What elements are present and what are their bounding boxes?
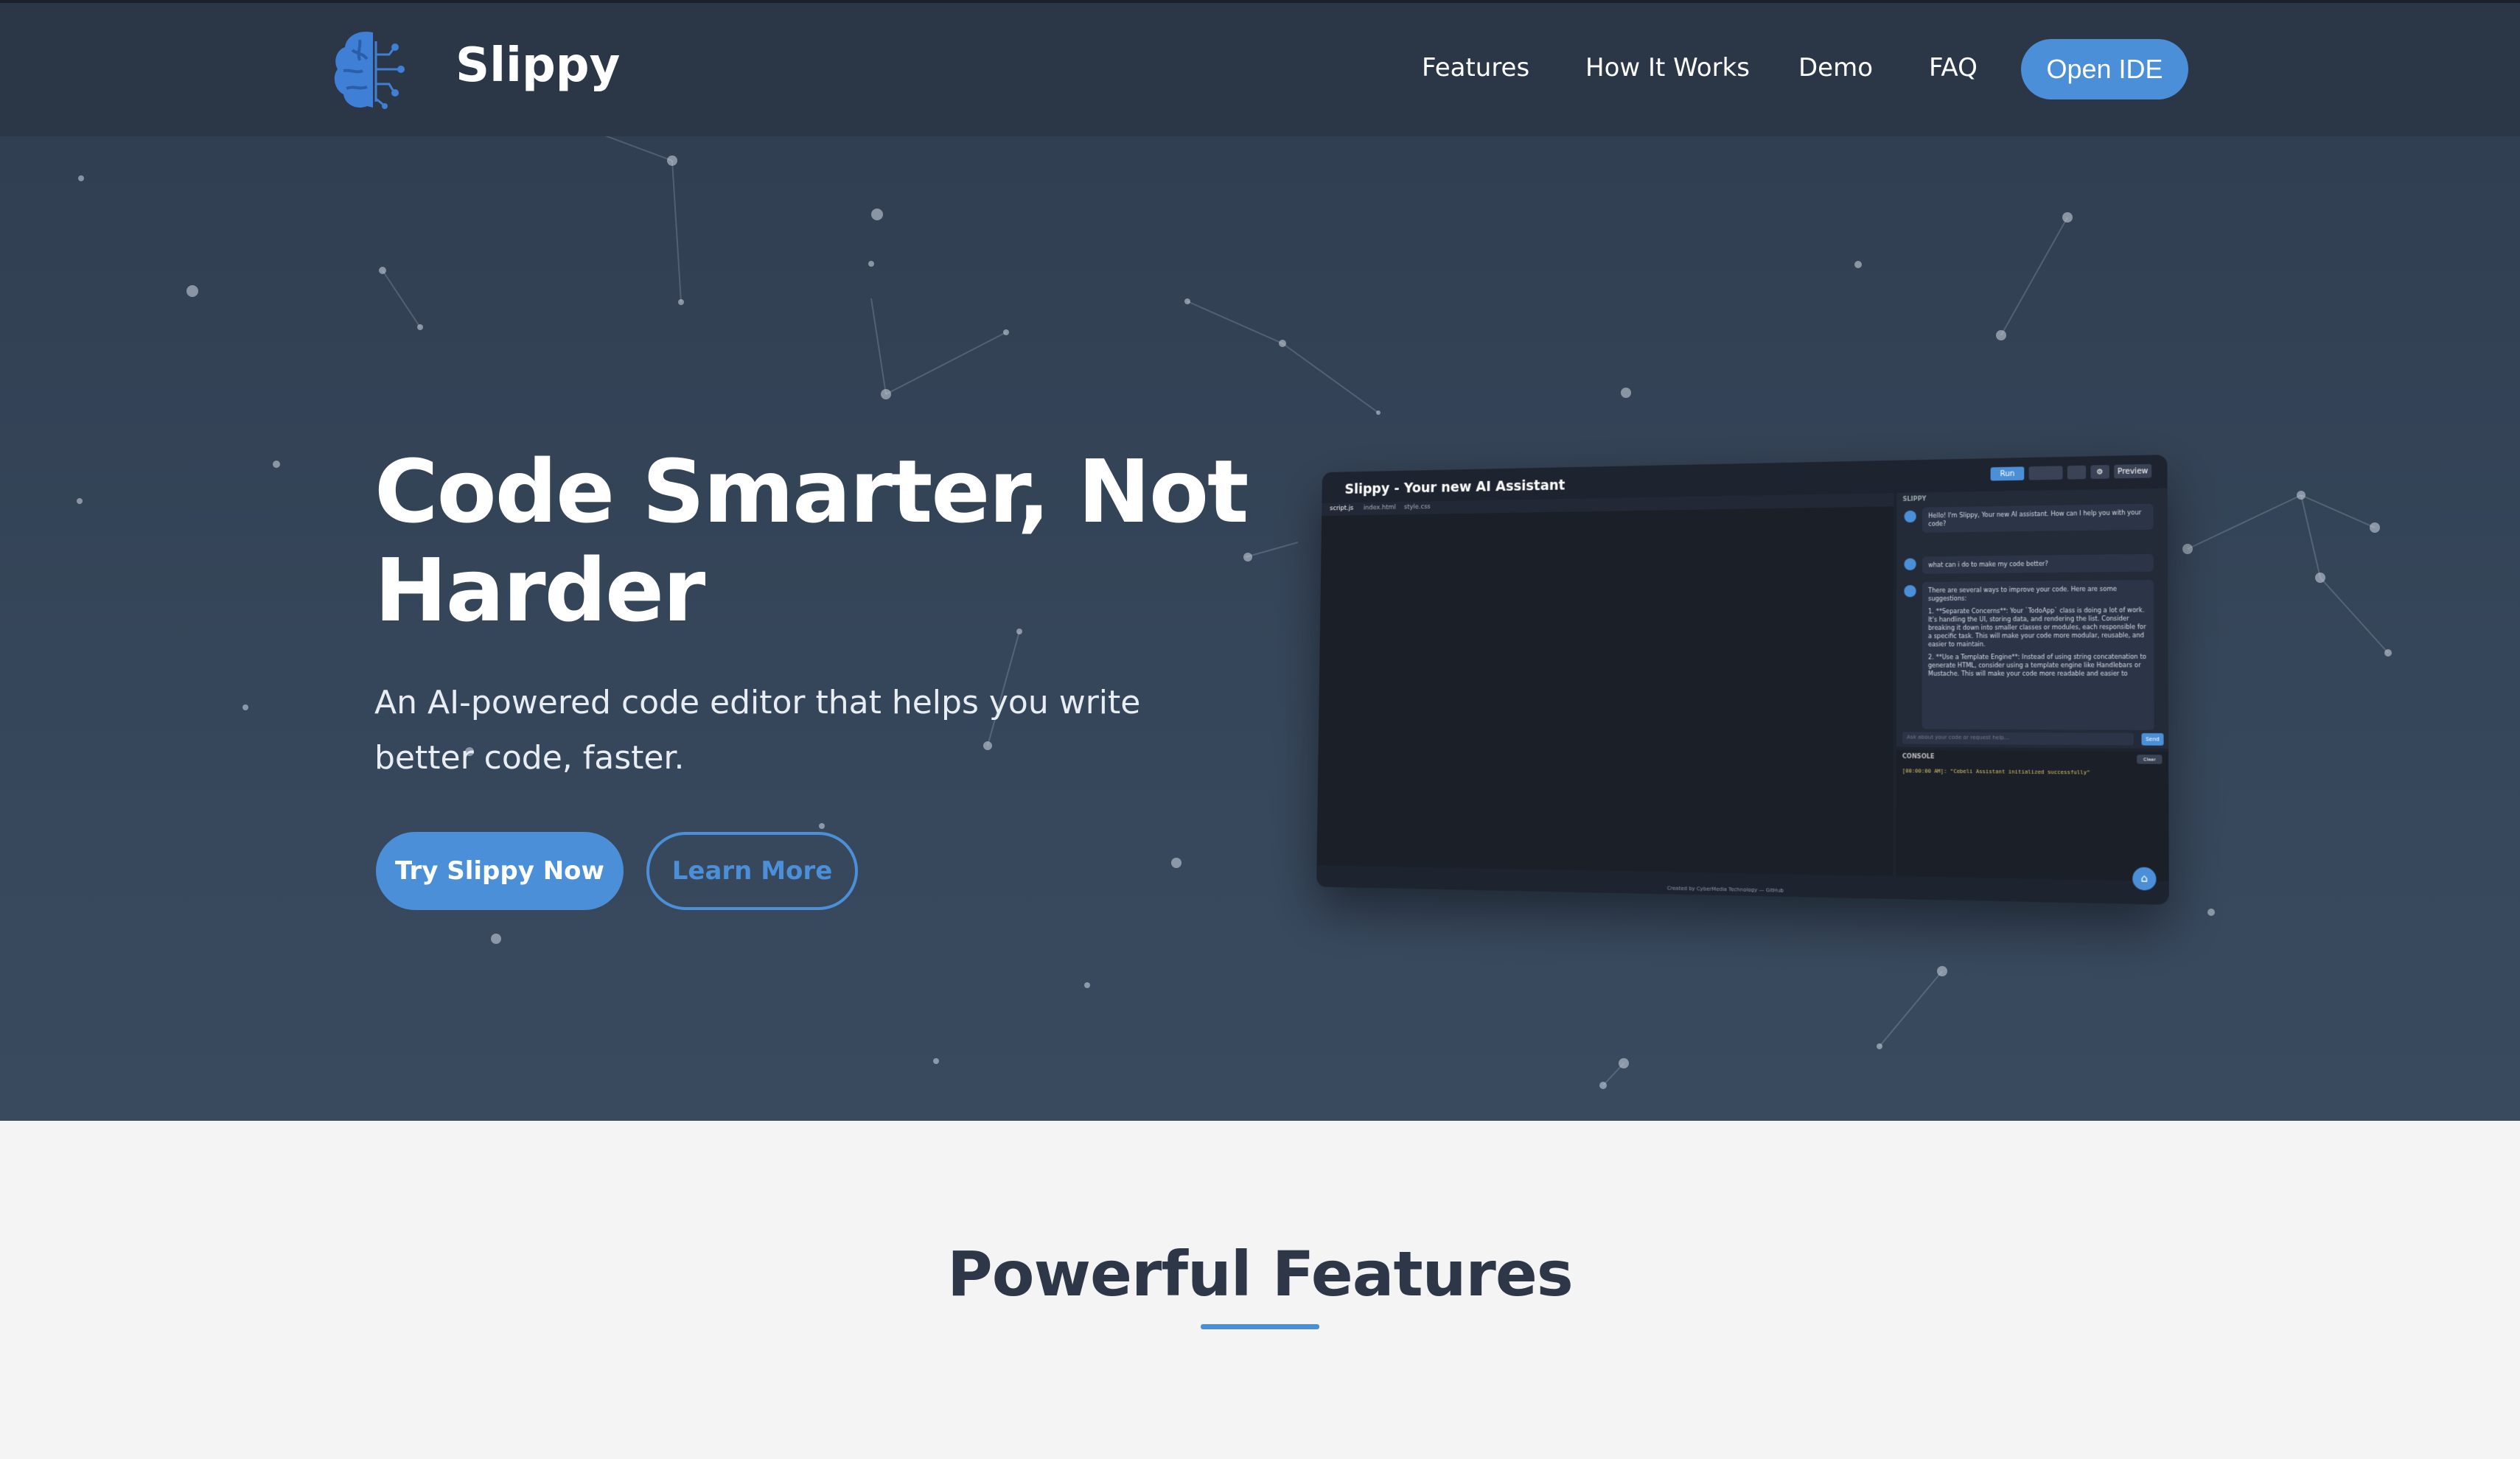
brand-name[interactable]: Slippy — [456, 38, 620, 93]
run-button: Run — [1990, 466, 2025, 481]
gear-icon: ⚙ — [2090, 464, 2109, 479]
ide-window-title: Slippy - Your new AI Assistant — [1344, 477, 1566, 497]
ai-assistant-panel: SLIPPY Hello! I'm Slippy, Your new AI as… — [1896, 488, 2169, 749]
tab-style: style.css — [1403, 503, 1431, 511]
learn-more-button[interactable]: Learn More — [646, 832, 858, 910]
hero-title: Code Smarter, Not Harder — [374, 441, 1249, 641]
chat-message: what can i do to make my code better? — [1922, 553, 2154, 574]
chat-message: Hello! I'm Slippy, Your new AI assistant… — [1922, 503, 2154, 533]
send-button: Send — [2141, 732, 2164, 746]
try-slippy-button[interactable]: Try Slippy Now — [376, 832, 624, 910]
chat-message-point-1: 1. **Separate Concerns**: Your `TodoApp`… — [1927, 606, 2146, 648]
assistant-input: Ask about your code or request help... — [1902, 732, 2134, 746]
chat-message-point-2: 2. **Use a Template Engine**: Instead of… — [1927, 653, 2147, 677]
nav-link-faq[interactable]: FAQ — [1929, 53, 1978, 83]
ide-toolbar: Run ⚙ Preview — [1990, 463, 2152, 481]
hero-subtitle: An AI-powered code editor that helps you… — [374, 684, 1141, 777]
ide-preview-screenshot: Slippy - Your new AI Assistant Run ⚙ Pre… — [1297, 454, 2169, 905]
chat-message-intro: There are several ways to improve your c… — [1928, 585, 2117, 603]
editor-tabs: script.js index.html style.css — [1322, 493, 1894, 517]
tab-index: index.html — [1363, 504, 1396, 512]
console-output: [00:00:00 AM]: "Cebeli Assistant initial… — [1902, 768, 2090, 776]
home-icon: ⌂ — [2132, 867, 2157, 891]
toolbar-button — [2067, 465, 2087, 480]
hero-section: Slippy Features How It Works Demo FAQ Op… — [0, 0, 2520, 1121]
clear-button: Clear — [2137, 755, 2163, 764]
assistant-avatar-icon — [1904, 585, 1916, 598]
heading-underline — [1201, 1324, 1319, 1329]
nav-link-how-it-works[interactable]: How It Works — [1585, 53, 1750, 83]
ide-preview-window: Slippy - Your new AI Assistant Run ⚙ Pre… — [1316, 454, 2169, 905]
site-header: Slippy Features How It Works Demo FAQ Op… — [0, 0, 2520, 136]
nav-link-features[interactable]: Features — [1422, 53, 1529, 83]
preview-button: Preview — [2114, 463, 2152, 479]
chat-message-long: There are several ways to improve your c… — [1922, 579, 2154, 730]
user-avatar-icon — [1904, 558, 1916, 570]
open-ide-button[interactable]: Open IDE — [2021, 39, 2188, 99]
brain-logo-icon[interactable] — [330, 25, 422, 113]
features-heading: Powerful Features — [947, 1238, 1574, 1310]
top-border — [0, 0, 2520, 3]
save-icon — [2028, 466, 2063, 480]
nav-link-demo[interactable]: Demo — [1798, 53, 1873, 83]
console-panel: CONSOLE Clear [00:00:00 AM]: "Cebeli Ass… — [1896, 749, 2169, 882]
console-label: CONSOLE — [1902, 752, 1935, 760]
code-lines — [1322, 512, 1885, 822]
assistant-label: SLIPPY — [1902, 495, 1927, 503]
tab-script: script.js — [1330, 505, 1354, 513]
code-editor: script.js index.html style.css — [1316, 493, 1894, 877]
assistant-avatar-icon — [1904, 510, 1916, 523]
